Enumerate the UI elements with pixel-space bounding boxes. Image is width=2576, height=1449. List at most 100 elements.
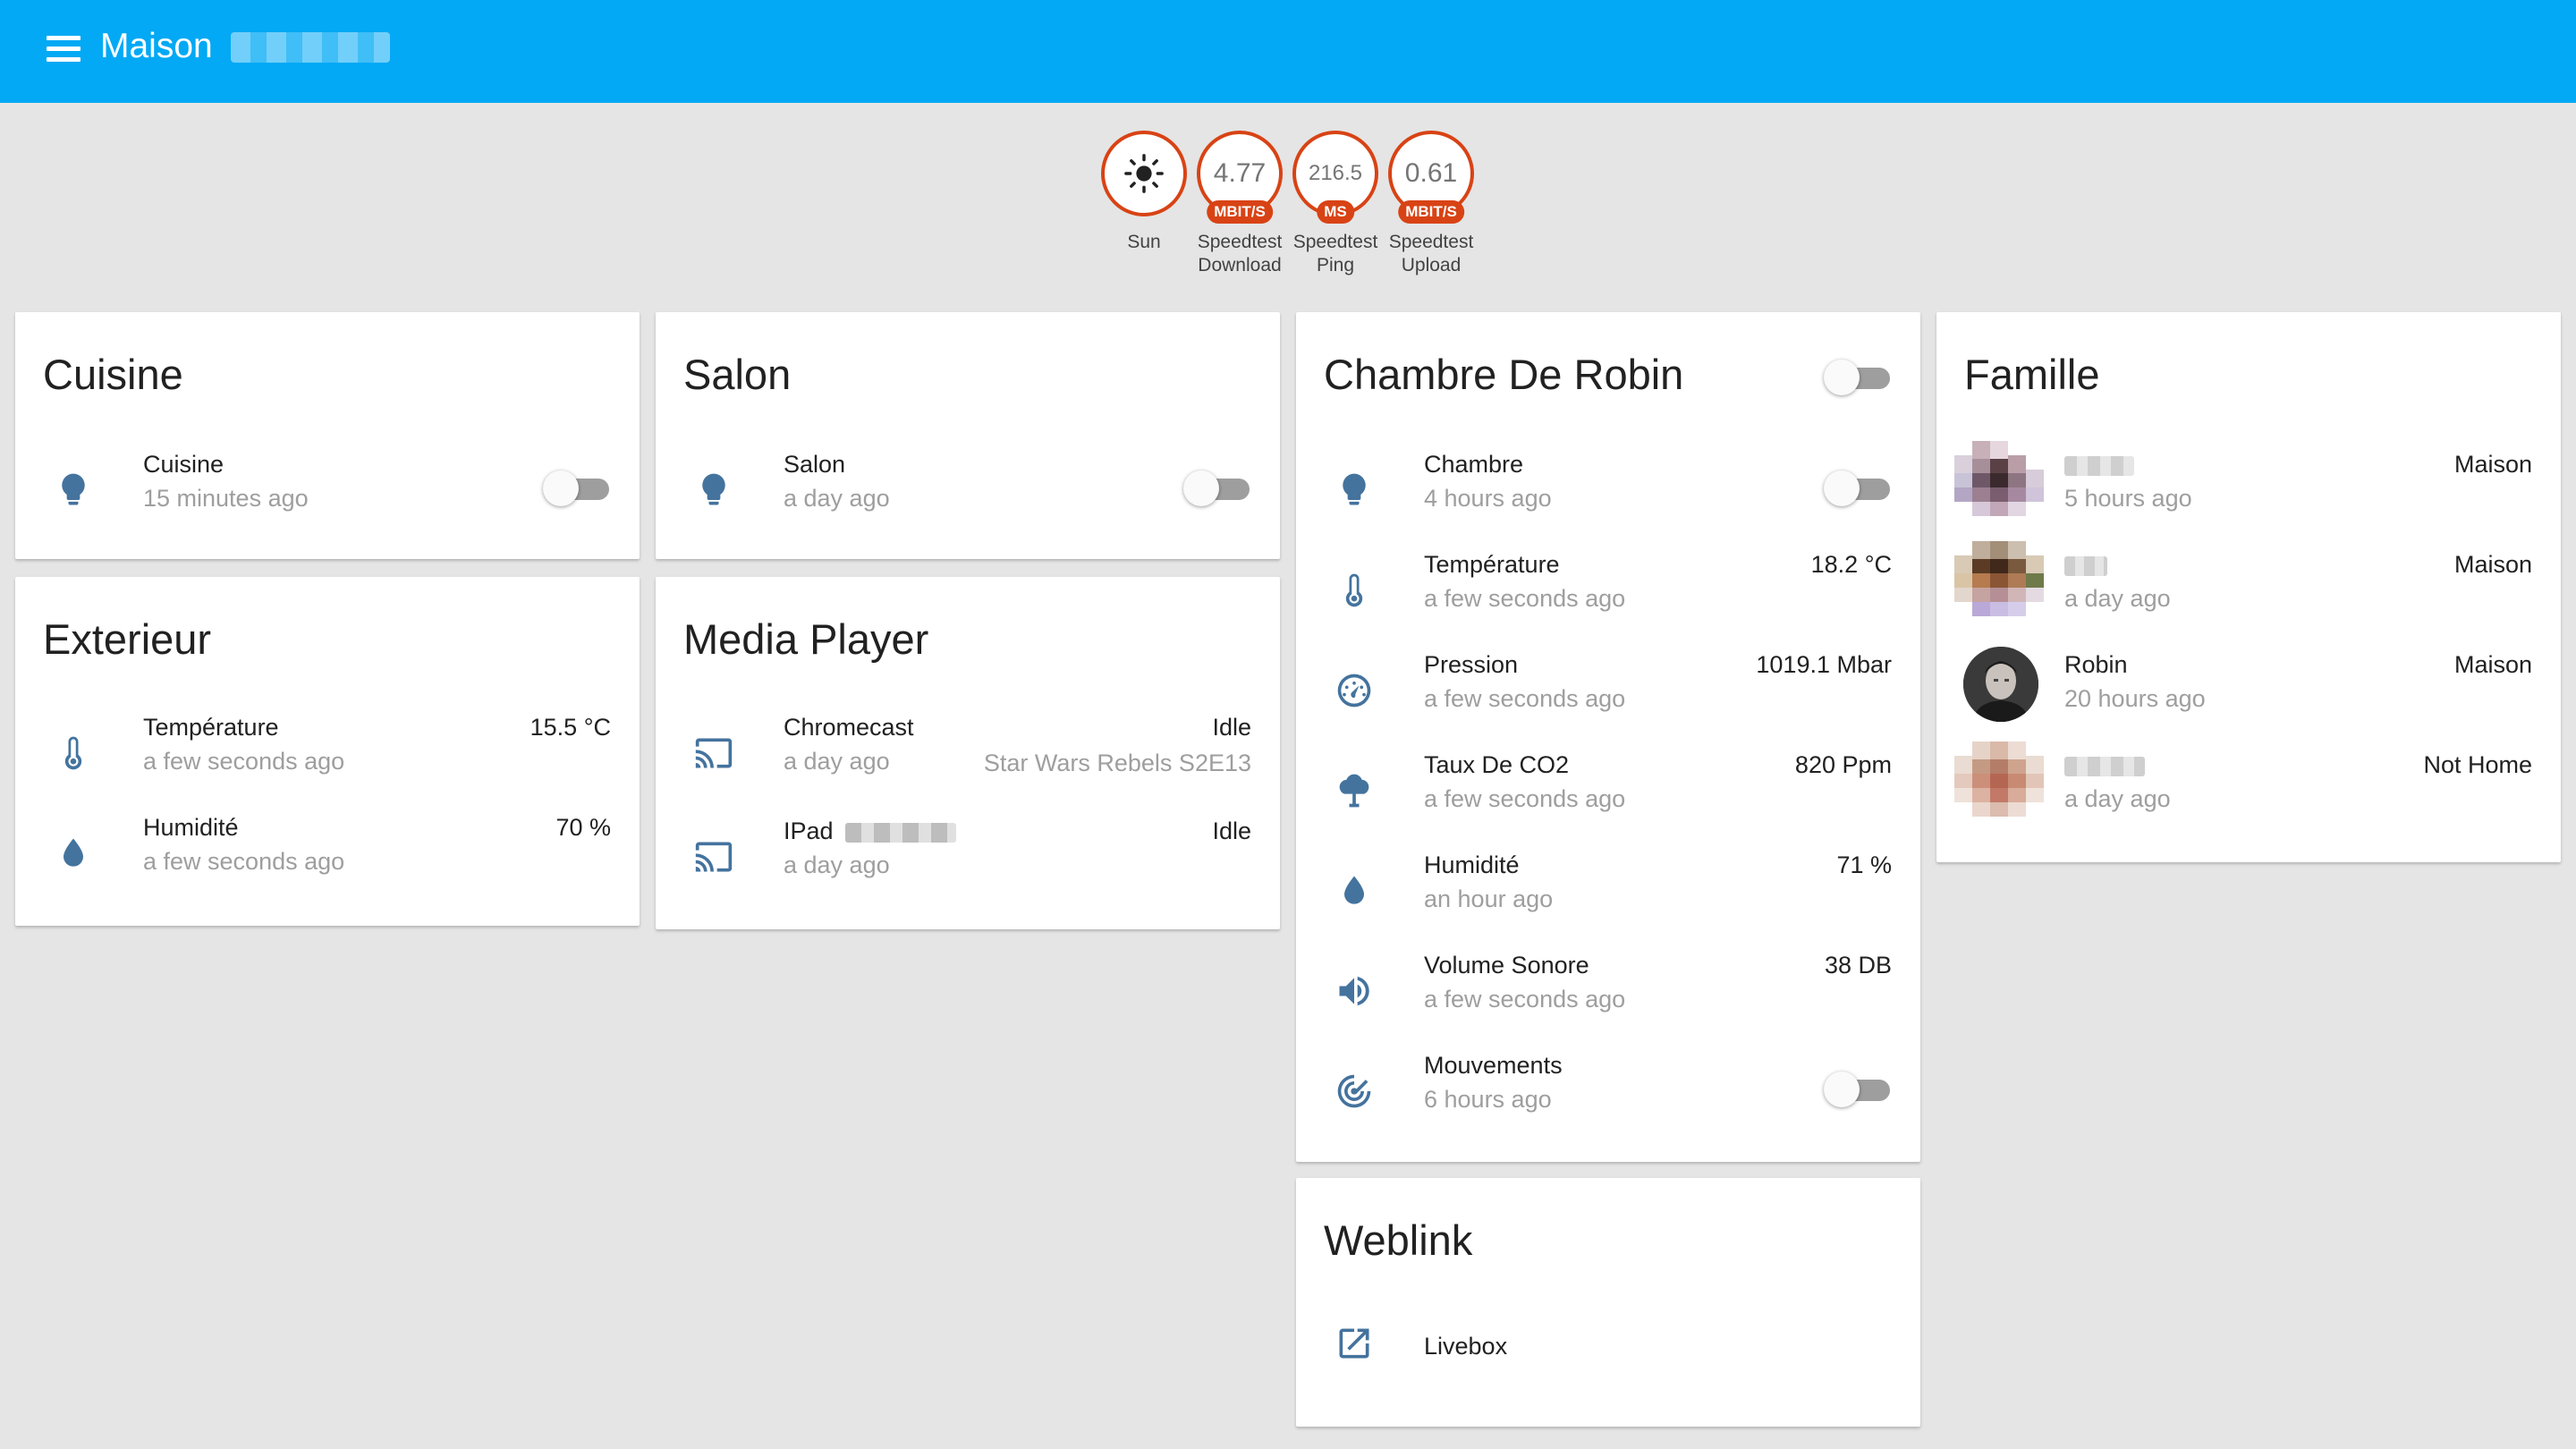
card-title: Salon (683, 351, 792, 398)
sun-icon (1124, 154, 1164, 193)
entity-state: 38 DB (1824, 952, 1892, 979)
entity-last-changed: a day ago (784, 852, 890, 878)
person-name (2064, 749, 2145, 781)
entity-last-changed: a few seconds ago (143, 848, 345, 875)
badge-sun[interactable]: Sun (1096, 131, 1192, 254)
person-row[interactable]: Robin 20 hours ago Maison (1936, 647, 2561, 738)
water-drop-icon (51, 831, 96, 876)
gauge-icon (1332, 668, 1377, 713)
media-title: Star Wars Rebels S2E13 (983, 750, 1251, 776)
redacted-name (2064, 455, 2134, 476)
person-state: Maison (2453, 451, 2532, 478)
badge-speedtest-upload[interactable]: 0.61 MBIT/S Speedtest Upload (1383, 131, 1479, 277)
light-toggle[interactable] (1824, 468, 1892, 507)
menu-icon[interactable] (47, 34, 82, 64)
badge-value: 4.77 (1213, 158, 1267, 188)
entity-row[interactable]: Cuisine 15 minutes ago (15, 448, 640, 538)
entity-name: Volume Sonore (1424, 952, 1589, 979)
light-toggle[interactable] (543, 468, 611, 507)
entity-row[interactable]: IPad a day ago Idle (656, 815, 1280, 904)
card-chambre-de-robin: Chambre De Robin Chambre 4 hours ago Tem… (1296, 312, 1920, 1162)
card-title: Famille (1964, 351, 2100, 398)
speaker-icon (1332, 969, 1377, 1013)
motion-toggle[interactable] (1824, 1069, 1892, 1108)
water-drop-icon (1332, 869, 1377, 913)
card-famille: Famille 5 hours ago Maison a day ago Mai… (1936, 312, 2561, 862)
person-last-changed: 5 hours ago (2064, 485, 2192, 512)
entity-state: 820 Ppm (1794, 751, 1892, 778)
redacted-name (2064, 555, 2107, 576)
entity-row[interactable]: Mouvements 6 hours ago (1296, 1049, 1920, 1139)
entity-name: Température (143, 714, 279, 741)
entity-row[interactable]: Température a few seconds ago 15.5 °C (15, 711, 640, 801)
entity-row[interactable]: Chambre 4 hours ago (1296, 448, 1920, 538)
entity-name: Chromecast (784, 714, 914, 741)
open-in-new-icon (1332, 1321, 1377, 1366)
redacted-name (2064, 756, 2145, 776)
badge-unit: MBIT/S (1207, 200, 1273, 224)
person-row[interactable]: a day ago Not Home (1936, 741, 2561, 838)
lightbulb-icon (691, 468, 736, 513)
entity-name: Pression (1424, 651, 1519, 678)
person-state: Maison (2453, 651, 2532, 678)
entity-state: 70 % (555, 814, 611, 841)
entity-row[interactable]: Humidité an hour ago 71 % (1296, 849, 1920, 938)
weblink-label[interactable]: Livebox (1424, 1330, 1507, 1362)
avatar (1954, 441, 2044, 530)
entity-last-changed: a few seconds ago (143, 748, 345, 775)
entity-name: Chambre (1424, 451, 1524, 478)
motion-radar-icon (1332, 1069, 1377, 1114)
entity-row[interactable]: Pression a few seconds ago 1019.1 Mbar (1296, 648, 1920, 738)
entity-name-text: IPad (784, 818, 834, 844)
card-salon: Salon Salon a day ago (656, 312, 1280, 559)
person-state: Not Home (2423, 751, 2532, 778)
badge-label: Speedtest Upload (1388, 232, 1474, 275)
entity-last-changed: a few seconds ago (1424, 585, 1626, 612)
entity-last-changed: 15 minutes ago (143, 485, 309, 512)
badge-label: Sun (1127, 232, 1161, 252)
entity-name: Cuisine (143, 451, 225, 478)
person-row[interactable]: 5 hours ago Maison (1936, 441, 2561, 538)
group-toggle[interactable] (1824, 357, 1892, 396)
entity-state: Idle (1212, 818, 1251, 844)
entity-row[interactable]: Chromecast a day ago Idle Star Wars Rebe… (656, 711, 1280, 801)
avatar (1954, 541, 2044, 631)
card-title: Chambre De Robin (1324, 351, 1684, 398)
light-toggle[interactable] (1183, 468, 1251, 507)
entity-last-changed: a day ago (784, 485, 890, 512)
cloud-tree-icon (1332, 768, 1377, 813)
entity-last-changed: a few seconds ago (1424, 785, 1626, 812)
cast-icon (691, 731, 736, 775)
person-name (2064, 548, 2107, 580)
entity-name: Humidité (143, 814, 239, 841)
weblink-row[interactable]: Livebox (1296, 1330, 1920, 1419)
card-media-player: Media Player Chromecast a day ago Idle S… (656, 577, 1280, 929)
card-title: Cuisine (43, 351, 183, 398)
card-title: Weblink (1324, 1216, 1473, 1264)
card-exterieur: Exterieur Température a few seconds ago … (15, 577, 640, 926)
card-title: Exterieur (43, 615, 212, 663)
person-row[interactable]: a day ago Maison (1936, 541, 2561, 638)
entity-row[interactable]: Taux De CO2 a few seconds ago 820 Ppm (1296, 749, 1920, 838)
badges-bar: Sun 4.77 MBIT/S Speedtest Download 216.5… (0, 131, 2576, 292)
badge-speedtest-ping[interactable]: 216.5 MS Speedtest Ping (1287, 131, 1384, 277)
entity-row[interactable]: Humidité a few seconds ago 70 % (15, 811, 640, 901)
badge-unit: MS (1317, 200, 1354, 224)
entity-row[interactable]: Salon a day ago (656, 448, 1280, 538)
entity-row[interactable]: Volume Sonore a few seconds ago 38 DB (1296, 949, 1920, 1038)
person-last-changed: a day ago (2064, 585, 2171, 612)
entity-state: 71 % (1836, 852, 1892, 878)
lightbulb-icon (51, 468, 96, 513)
entity-state: 18.2 °C (1810, 551, 1892, 578)
entity-state: 1019.1 Mbar (1756, 651, 1892, 678)
person-last-changed: a day ago (2064, 785, 2171, 812)
entity-last-changed: 6 hours ago (1424, 1086, 1552, 1113)
entity-row[interactable]: Température a few seconds ago 18.2 °C (1296, 548, 1920, 638)
badge-speedtest-download[interactable]: 4.77 MBIT/S Speedtest Download (1191, 131, 1288, 277)
entity-last-changed: a day ago (784, 748, 890, 775)
card-weblink: Weblink Livebox (1296, 1178, 1920, 1427)
page-title: Maison (100, 27, 213, 65)
avatar (1954, 741, 2044, 831)
entity-state: 15.5 °C (530, 714, 611, 741)
redacted-name (845, 822, 957, 843)
